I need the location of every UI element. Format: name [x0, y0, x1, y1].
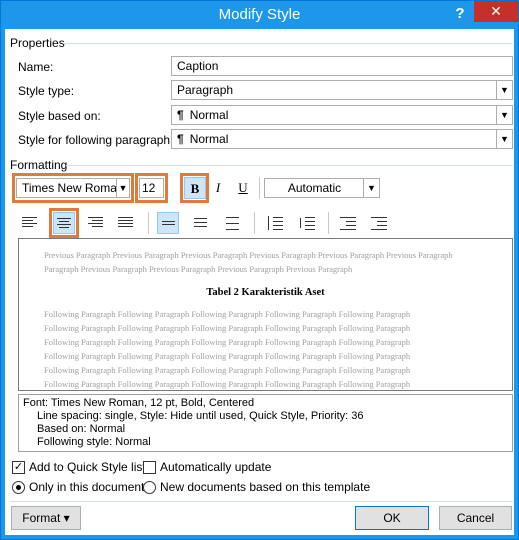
decrease-indent-icon[interactable] — [337, 212, 359, 234]
only-this-document-label[interactable]: Only in this document — [29, 480, 144, 494]
decrease-spacing-before-icon[interactable] — [296, 212, 318, 234]
title-bar[interactable]: Modify Style ? ✕ — [1, 1, 518, 29]
following-paragraph-text: Following Paragraph Following Paragraph … — [44, 365, 411, 375]
description-following: Following style: Normal — [37, 436, 151, 448]
chevron-down-icon[interactable]: ▼ — [496, 81, 512, 99]
font-color-select[interactable]: Automatic ▼ — [264, 178, 380, 198]
name-label: Name: — [18, 60, 54, 74]
increase-indent-icon[interactable] — [368, 212, 390, 234]
single-spacing-icon[interactable] — [157, 212, 179, 234]
style-type-select[interactable]: Paragraph ▼ — [171, 80, 513, 100]
description-spacing: Line spacing: single, Style: Hide until … — [37, 410, 364, 422]
format-button[interactable]: Format ▾ — [11, 506, 81, 530]
font-size-select[interactable]: 12 — [139, 178, 164, 198]
style-based-label: Style based on: — [18, 109, 101, 123]
only-this-document-radio[interactable] — [12, 481, 25, 494]
style-based-select[interactable]: ¶ Normal ▼ — [171, 105, 513, 125]
chevron-down-icon[interactable]: ▼ — [363, 179, 379, 197]
properties-section-label: Properties — [10, 36, 65, 50]
formatting-divider — [66, 165, 513, 166]
font-select[interactable]: Times New Roman ▼ — [16, 178, 130, 198]
chevron-down-icon[interactable]: ▼ — [496, 106, 512, 124]
underline-button[interactable]: U — [232, 177, 254, 199]
paragraph-mark-icon: ¶ — [177, 132, 184, 146]
font-color-value: Automatic — [287, 181, 342, 195]
style-preview: Previous Paragraph Previous Paragraph Pr… — [18, 238, 513, 391]
auto-update-label[interactable]: Automatically update — [160, 460, 271, 474]
previous-paragraph-text: Paragraph Previous Paragraph Previous Pa… — [44, 264, 353, 274]
italic-button[interactable]: I — [207, 177, 229, 199]
chevron-down-icon[interactable]: ▼ — [496, 130, 512, 148]
chevron-down-icon[interactable]: ▼ — [116, 179, 129, 197]
align-right-icon[interactable] — [84, 212, 106, 234]
align-center-icon[interactable] — [53, 212, 75, 234]
paragraph-mark-icon: ¶ — [177, 108, 184, 122]
increase-spacing-before-icon[interactable] — [264, 212, 286, 234]
name-input[interactable]: Caption — [171, 56, 513, 76]
following-style-value: Normal — [189, 132, 229, 146]
close-button[interactable]: ✕ — [474, 1, 518, 22]
quick-style-checkbox[interactable]: ✓ — [12, 461, 25, 474]
chevron-down-icon: ▾ — [63, 511, 70, 525]
following-style-label: Style for following paragraph: — [18, 133, 174, 147]
following-paragraph-text: Following Paragraph Following Paragraph … — [44, 309, 411, 319]
options-divider — [10, 501, 513, 502]
format-button-label: Format — [22, 511, 61, 525]
style-type-label: Style type: — [18, 84, 75, 98]
description-based-on: Based on: Normal — [37, 423, 126, 435]
style-description: Font: Times New Roman, 12 pt, Bold, Cent… — [18, 394, 513, 452]
modify-style-dialog: Modify Style ? ✕ Properties Name: Captio… — [0, 0, 519, 540]
following-style-select[interactable]: ¶ Normal ▼ — [171, 129, 513, 149]
window-frame-right — [514, 29, 518, 539]
help-button[interactable]: ? — [449, 3, 471, 25]
properties-divider — [63, 43, 513, 44]
align-left-icon[interactable] — [19, 212, 41, 234]
toolbar-separator — [328, 212, 329, 234]
previous-paragraph-text: Previous Paragraph Previous Paragraph Pr… — [44, 250, 453, 260]
style-based-value: Normal — [189, 108, 229, 122]
window-frame-bottom — [1, 535, 518, 539]
double-spacing-icon[interactable] — [222, 212, 244, 234]
justify-icon[interactable] — [115, 212, 137, 234]
auto-update-checkbox[interactable] — [143, 461, 156, 474]
description-font: Font: Times New Roman, 12 pt, Bold, Cent… — [23, 397, 255, 409]
toolbar-separator — [259, 177, 260, 199]
bold-button[interactable]: B — [184, 177, 206, 199]
style-type-value: Paragraph — [177, 83, 234, 97]
toolbar-separator — [254, 212, 255, 234]
window-frame-left — [1, 29, 5, 539]
following-paragraph-text: Following Paragraph Following Paragraph … — [44, 323, 411, 333]
new-documents-radio[interactable] — [143, 481, 156, 494]
following-paragraph-text: Following Paragraph Following Paragraph … — [44, 351, 411, 361]
one-half-spacing-icon[interactable] — [190, 212, 212, 234]
font-size-value: 12 — [142, 181, 156, 195]
font-value: Times New Roman — [22, 181, 124, 195]
following-paragraph-text: Following Paragraph Following Paragraph … — [44, 337, 411, 347]
cancel-button[interactable]: Cancel — [439, 506, 512, 530]
quick-style-label[interactable]: Add to Quick Style list — [29, 460, 146, 474]
dialog-title: Modify Style — [218, 6, 301, 23]
ok-button[interactable]: OK — [355, 506, 429, 530]
following-paragraph-text: Following Paragraph Following Paragraph … — [44, 379, 411, 389]
new-documents-label[interactable]: New documents based on this template — [160, 480, 370, 494]
formatting-section-label: Formatting — [10, 158, 68, 172]
toolbar-separator — [148, 212, 149, 234]
preview-sample-text: Tabel 2 Karakteristik Aset — [206, 287, 325, 298]
